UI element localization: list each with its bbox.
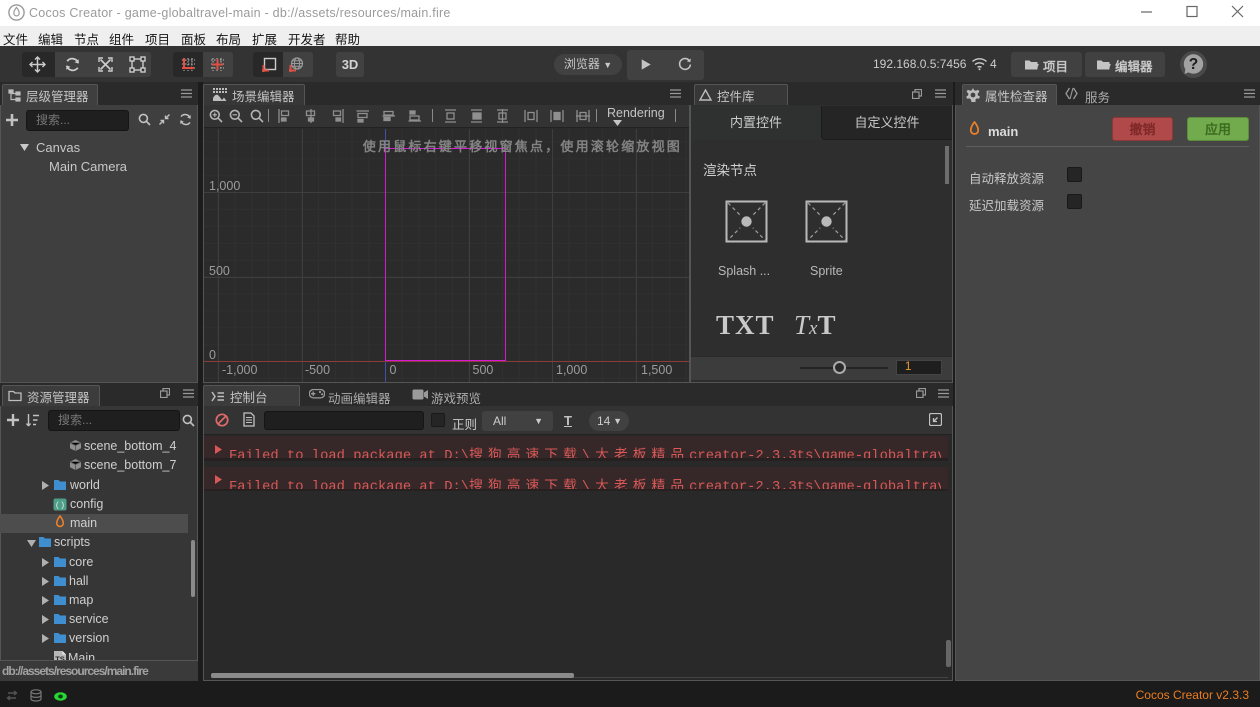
svg-text:(): () — [55, 501, 65, 511]
svg-text:?: ? — [1189, 56, 1198, 73]
